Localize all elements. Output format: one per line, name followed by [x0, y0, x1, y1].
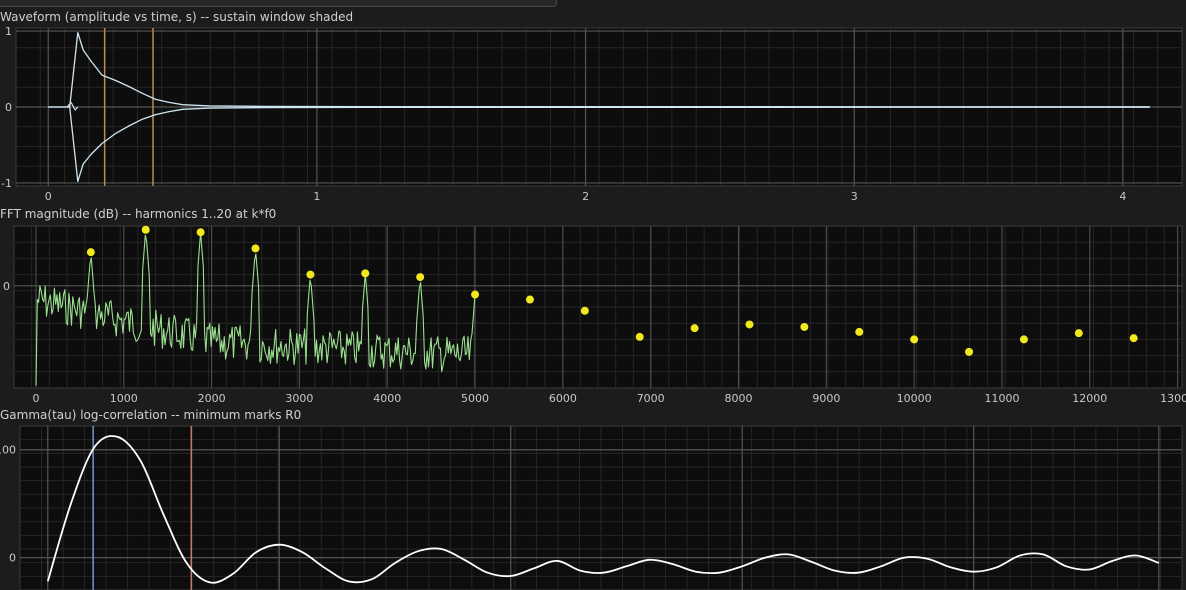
x-tick-label: 4	[1119, 190, 1126, 203]
harmonic-point	[196, 228, 205, 237]
gamma-plot: 0 100	[0, 425, 1183, 590]
y-tick-label: 100	[0, 444, 16, 457]
waveform-title: Waveform (amplitude vs time, s) -- susta…	[0, 10, 354, 24]
harmonic-point	[635, 332, 644, 341]
fft-plot: 0 1000 2000 3000 4000 5000 6000 7000 8000 9000 100…	[3, 225, 1186, 405]
x-tick-label: 10000	[897, 392, 932, 405]
harmonic-point	[965, 347, 974, 356]
harmonic-point	[800, 322, 809, 331]
harmonic-point	[690, 324, 699, 333]
fft-title: FFT magnitude (dB) -- harmonics 1..20 at…	[0, 207, 277, 221]
harmonic-point	[471, 290, 480, 299]
harmonic-point	[580, 306, 589, 315]
harmonic-point	[1129, 334, 1138, 343]
x-tick-label: 7000	[637, 392, 665, 405]
harmonic-point	[525, 295, 534, 304]
harmonic-point	[141, 225, 150, 234]
y-tick-label: -1	[1, 177, 12, 190]
x-tick-label: 8000	[725, 392, 753, 405]
x-tick-label: 0	[45, 190, 52, 203]
x-tick-label: 11000	[984, 392, 1019, 405]
harmonic-point	[86, 248, 95, 257]
x-tick-label: 2	[582, 190, 589, 203]
harmonic-point	[306, 270, 315, 279]
x-tick-label: 6000	[549, 392, 577, 405]
waveform-plot: 0 1 2 3 4 -1 0 1	[1, 26, 1183, 203]
x-tick-label: 12000	[1072, 392, 1107, 405]
x-tick-label: 13000	[1160, 392, 1186, 405]
harmonic-point	[361, 269, 370, 278]
harmonic-point	[1019, 335, 1028, 344]
x-tick-label: 1000	[110, 392, 138, 405]
harmonic-point	[251, 244, 260, 253]
x-tick-label: 0	[32, 392, 39, 405]
x-tick-label: 3000	[285, 392, 313, 405]
x-tick-label: 9000	[812, 392, 840, 405]
y-tick-label: 1	[5, 26, 12, 38]
harmonic-point	[1074, 329, 1083, 338]
x-tick-label: 5000	[461, 392, 489, 405]
x-tick-label: 3	[851, 190, 858, 203]
gamma-title: Gamma(tau) log-correlation -- minimum ma…	[0, 408, 302, 422]
harmonic-point	[855, 327, 864, 336]
y-tick-label: 0	[9, 552, 16, 565]
x-tick-label: 2000	[198, 392, 226, 405]
x-tick-label: 4000	[373, 392, 401, 405]
harmonic-point	[910, 335, 919, 344]
window-top-edge	[0, 0, 557, 7]
x-tick-label: 1	[313, 190, 320, 203]
harmonic-point	[745, 320, 754, 329]
harmonic-point	[416, 273, 425, 282]
y-tick-label: 0	[3, 280, 10, 293]
y-tick-label: 0	[5, 101, 12, 114]
